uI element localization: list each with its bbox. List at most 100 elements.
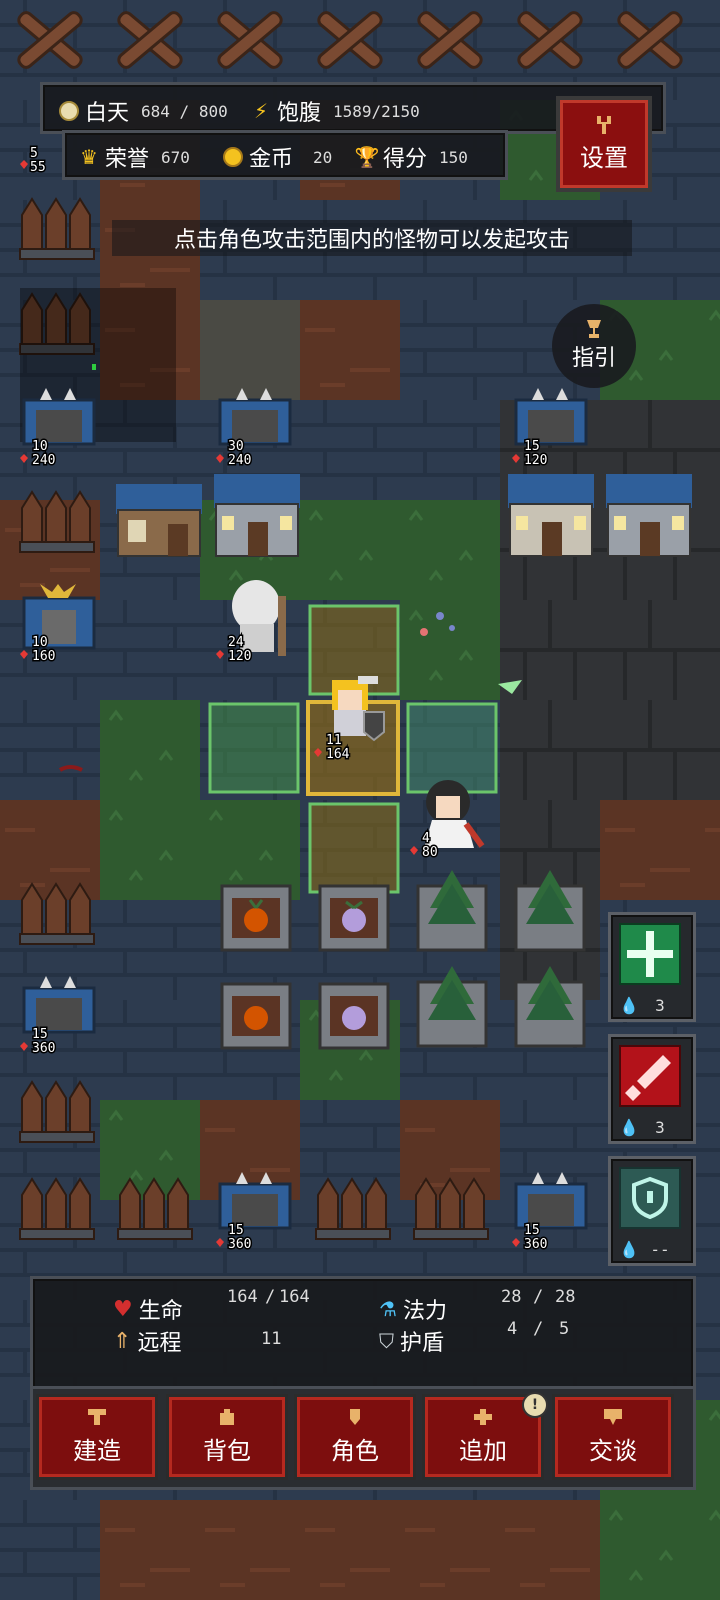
- talk-label: 交谈: [589, 1436, 637, 1465]
- unit-hp: 120: [524, 453, 547, 468]
- hint-banner: 点击角色攻击范围内的怪物可以发起攻击: [112, 220, 632, 256]
- unit-hp: 240: [32, 453, 55, 468]
- guide-button[interactable]: 指引: [552, 304, 636, 388]
- unit-hp: 80: [422, 845, 438, 860]
- game-screen: 5 55 10 240 30 240 15 120 10 160 24 120 11 164 …: [0, 0, 720, 1600]
- shield-icon: ⛉: [379, 1329, 394, 1353]
- wrench-icon: [597, 115, 611, 134]
- gold-display: 金币 20: [223, 141, 332, 173]
- hp-max: 164: [279, 1287, 310, 1307]
- role-button[interactable]: 角色: [294, 1394, 416, 1480]
- goblet-icon: [587, 320, 601, 338]
- bag-label: 背包: [203, 1436, 251, 1465]
- speech-bubble-icon: [604, 1408, 622, 1425]
- potion-icon: ⚗: [379, 1297, 397, 1321]
- add-label: 追加: [459, 1436, 507, 1465]
- character-icon: [350, 1408, 360, 1425]
- resource-hud: ♛ 荣誉 670 金币 20 🏆 得分 150: [62, 130, 508, 180]
- daytime-value: 684 / 800: [141, 101, 228, 121]
- minimap-player-dot: [92, 364, 96, 370]
- skill-cost-value: --: [650, 1240, 670, 1259]
- unit-range: 5: [30, 146, 38, 161]
- lightning-icon: ⚡: [253, 99, 269, 123]
- gold-label: 金币: [249, 147, 294, 172]
- gold-value: 20: [313, 147, 333, 167]
- coin-icon: [223, 147, 243, 167]
- honor-display: ♛ 荣誉 670: [79, 141, 190, 173]
- shield-skill-icon: [619, 1167, 681, 1229]
- hunger-label: 饱腹: [277, 101, 322, 126]
- crown-icon: ♛: [80, 145, 98, 169]
- daytime-label: 白天: [85, 101, 130, 126]
- unit-hp: 360: [228, 1237, 251, 1252]
- unit-hp: 360: [32, 1041, 55, 1056]
- mana-drop-icon: 💧: [619, 1118, 639, 1137]
- hp-label: 生命: [138, 1299, 183, 1324]
- bag-icon: [220, 1408, 234, 1425]
- arrow-up-icon: ⇑: [113, 1328, 132, 1354]
- score-value: 150: [439, 147, 468, 167]
- hp-stat: ♥ 生命: [113, 1293, 183, 1325]
- trophy-icon: 🏆: [354, 145, 380, 169]
- hero-hp: 164: [326, 747, 350, 762]
- unit-hp: 160: [32, 649, 55, 664]
- shield-stat: ⛉ 护盾: [379, 1325, 444, 1357]
- build-button[interactable]: 建造: [36, 1394, 158, 1480]
- unit-range: 30: [228, 439, 244, 454]
- bag-button[interactable]: 背包: [166, 1394, 288, 1480]
- mana-drop-icon: 💧: [619, 1240, 639, 1259]
- range-stat: ⇑ 远程: [113, 1325, 181, 1357]
- mp-stat: ⚗ 法力: [379, 1293, 447, 1325]
- score-label: 得分: [383, 147, 428, 172]
- unit-hp: 240: [228, 453, 251, 468]
- unit-range: 15: [524, 439, 540, 454]
- unit-range: 10: [32, 635, 48, 650]
- skill-shield[interactable]: 💧 --: [608, 1156, 696, 1266]
- honor-label: 荣誉: [105, 147, 150, 172]
- unit-range: 4: [422, 831, 430, 846]
- talk-button[interactable]: 交谈: [552, 1394, 674, 1480]
- skill-cost: 💧 --: [619, 1240, 681, 1259]
- unit-range: 15: [32, 1027, 48, 1042]
- settings-button[interactable]: 设置: [556, 96, 652, 192]
- unit-hp: 120: [228, 649, 251, 664]
- daytime-display: 白天 684 / 800: [59, 95, 228, 127]
- honor-value: 670: [161, 147, 190, 167]
- unit-range: 24: [228, 635, 244, 650]
- hammer-icon: [88, 1408, 106, 1425]
- skill-cost-value: 3: [655, 1118, 665, 1137]
- shield-label: 护盾: [400, 1331, 445, 1356]
- unit-range: 10: [32, 439, 48, 454]
- guide-label: 指引: [571, 346, 616, 371]
- heart-icon: ♥: [113, 1296, 133, 1322]
- hint-text: 点击角色攻击范围内的怪物可以发起攻击: [173, 228, 570, 253]
- sword-slash-icon: [619, 1045, 681, 1107]
- alert-badge-icon: !: [522, 1392, 548, 1418]
- hp-current: 164: [227, 1287, 258, 1307]
- hero-range: 11: [326, 733, 342, 748]
- shield-max: 5: [559, 1319, 570, 1339]
- build-label: 建造: [73, 1436, 121, 1465]
- skill-holy-cross[interactable]: 💧 3: [608, 912, 696, 1022]
- shield-current: 4: [507, 1319, 518, 1339]
- score-display: 🏆 得分 150: [354, 141, 468, 173]
- range-value: 11: [261, 1329, 282, 1349]
- holy-cross-icon: [619, 923, 681, 985]
- skill-slash[interactable]: 💧 3: [608, 1034, 696, 1144]
- unit-range: 15: [524, 1223, 540, 1238]
- sun-icon: [59, 101, 79, 121]
- settings-label: 设置: [580, 143, 628, 172]
- player-stats-panel: ♥ 生命 164 / 164 ⇑ 远程 11 ⚗ 法力 28 / 28 ⛉ 护盾…: [30, 1276, 696, 1392]
- unit-hp: 55: [30, 160, 46, 175]
- role-label: 角色: [331, 1436, 379, 1465]
- skill-cost-value: 3: [655, 996, 665, 1015]
- skill-cost: 💧 3: [619, 996, 681, 1015]
- mana-drop-icon: 💧: [619, 996, 639, 1015]
- skill-cost: 💧 3: [619, 1118, 681, 1137]
- mp-current: 28: [501, 1287, 522, 1307]
- hunger-display: ⚡ 饱腹 1589/2150: [251, 95, 420, 127]
- plus-icon: [474, 1408, 492, 1425]
- unit-range: 15: [228, 1223, 244, 1238]
- mp-max: 28: [555, 1287, 576, 1307]
- unit-hp: 360: [524, 1237, 547, 1252]
